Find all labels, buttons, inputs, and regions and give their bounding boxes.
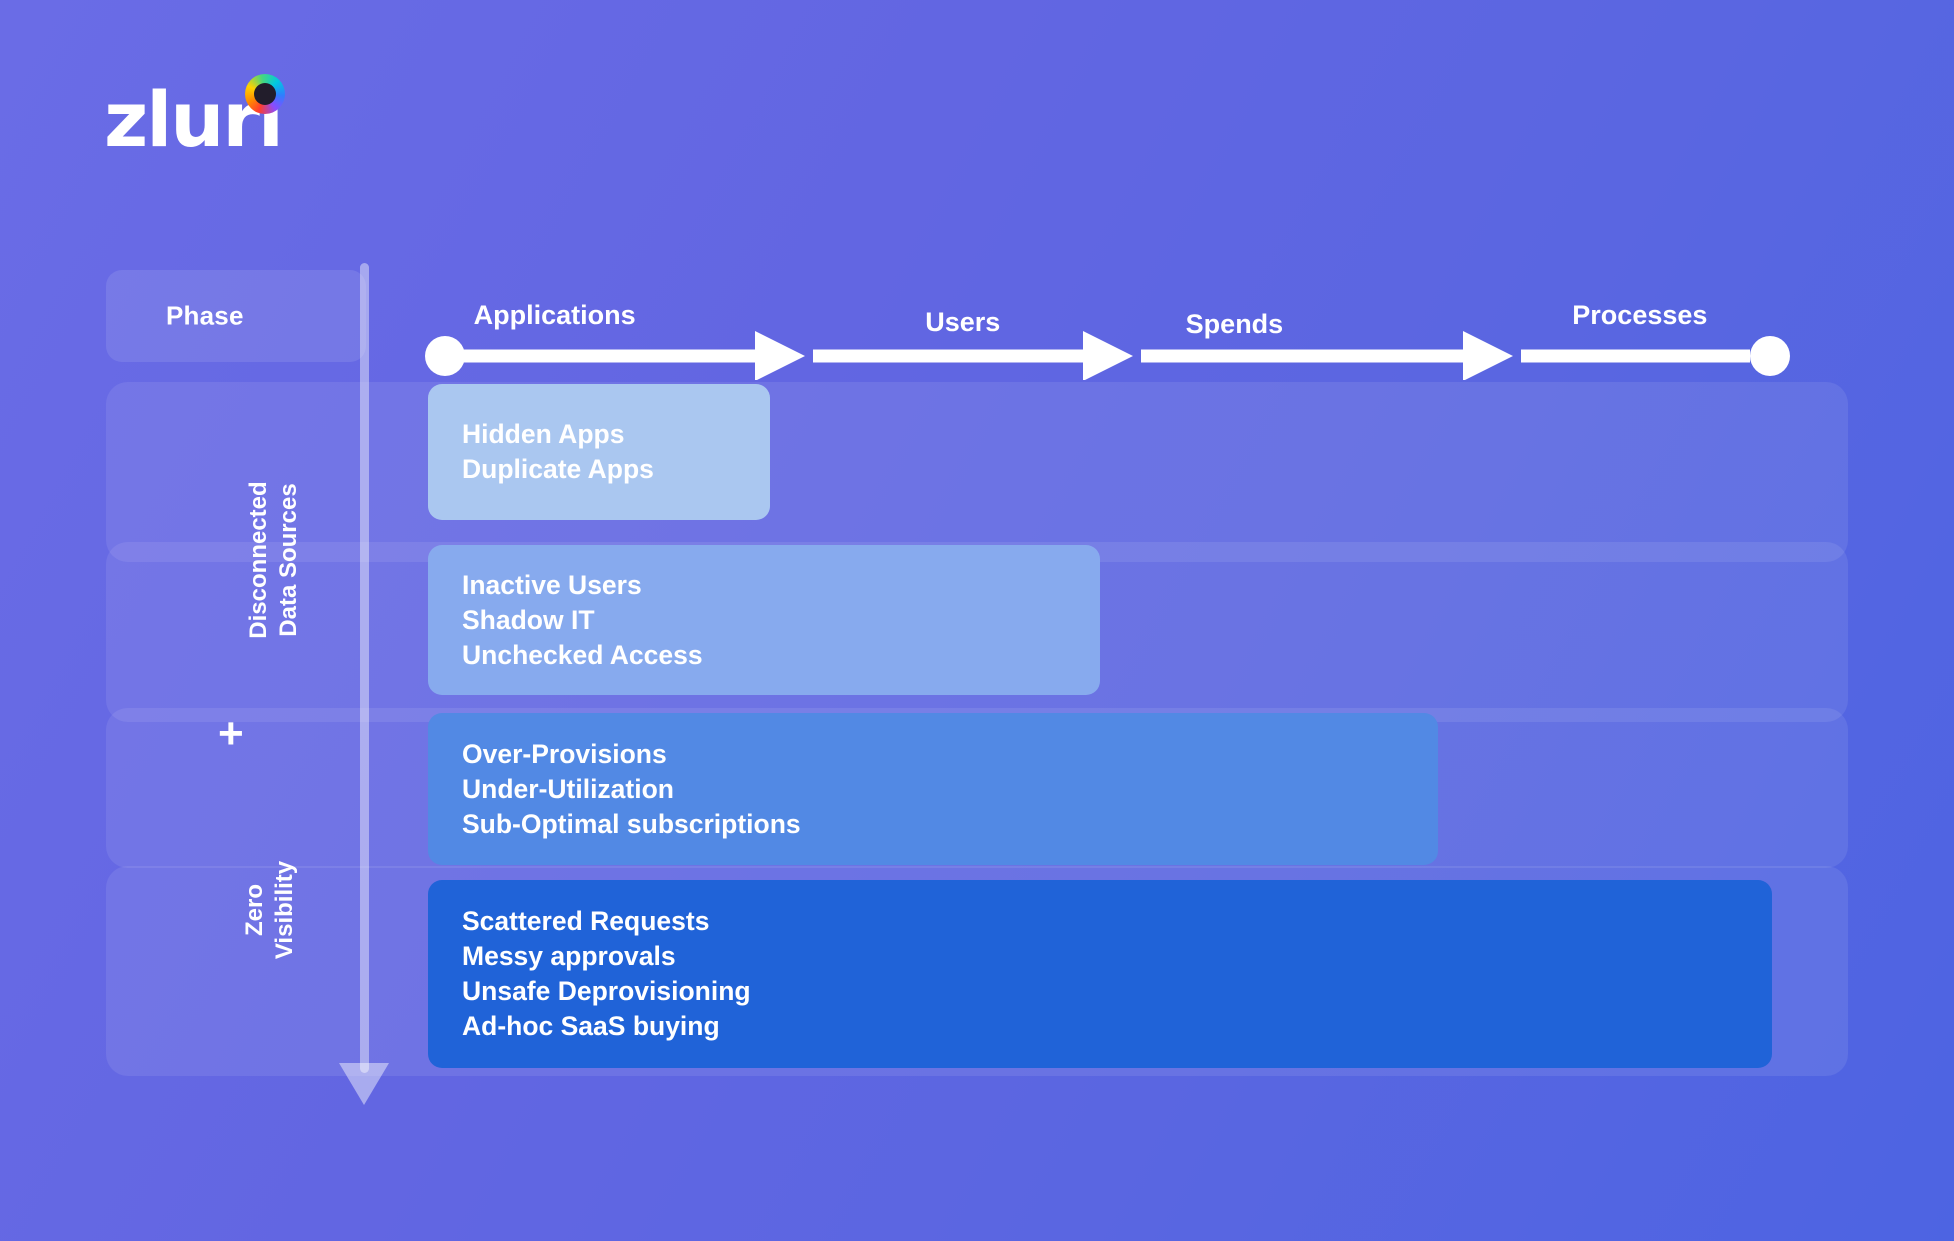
- bar-item: Shadow IT: [462, 604, 595, 635]
- bar-item: Sub-Optimal subscriptions: [462, 808, 801, 839]
- phase-label: Phase: [166, 300, 244, 331]
- timeline-label-applications: Applications: [473, 300, 636, 330]
- bar-item: Hidden Apps: [462, 419, 625, 449]
- diagram-canvas: zluri Phase Applications Users Spends Pr…: [0, 0, 1954, 1241]
- bar-users: Inactive Users Shadow IT Unchecked Acces…: [428, 545, 1100, 695]
- phase-timeline: Applications Users Spends Processes: [425, 300, 1790, 381]
- bar-processes: Scattered Requests Messy approvals Unsaf…: [428, 880, 1772, 1068]
- bar-item: Ad-hoc SaaS buying: [462, 1011, 720, 1041]
- row-panel-applications: [106, 382, 1848, 562]
- bar-item: Scattered Requests: [462, 906, 710, 936]
- side-label-zero-visibility: Zero Visibility: [241, 860, 298, 960]
- side-label-disconnected-data-sources: Disconnected Data Sources: [245, 481, 302, 639]
- bar-item: Under-Utilization: [462, 773, 674, 804]
- bar-spends: Over-Provisions Under-Utilization Sub-Op…: [428, 713, 1438, 865]
- bar-applications: Hidden Apps Duplicate Apps: [428, 384, 770, 520]
- timeline-label-processes: Processes: [1572, 300, 1708, 330]
- bar-item: Inactive Users: [462, 569, 642, 600]
- rainbow-dot-icon: [245, 74, 285, 114]
- bar-item: Messy approvals: [462, 941, 676, 971]
- timeline-label-spends: Spends: [1185, 309, 1284, 339]
- timeline-label-users: Users: [925, 307, 1001, 337]
- phase-chip: Phase: [106, 270, 366, 362]
- bar-item: Unsafe Deprovisioning: [462, 976, 751, 1006]
- bar-item: Over-Provisions: [462, 738, 667, 769]
- bar-item: Duplicate Apps: [462, 454, 654, 484]
- brand-logo: zluri: [104, 74, 304, 160]
- bar-item: Unchecked Access: [462, 639, 703, 670]
- side-label-plus: +: [218, 709, 244, 758]
